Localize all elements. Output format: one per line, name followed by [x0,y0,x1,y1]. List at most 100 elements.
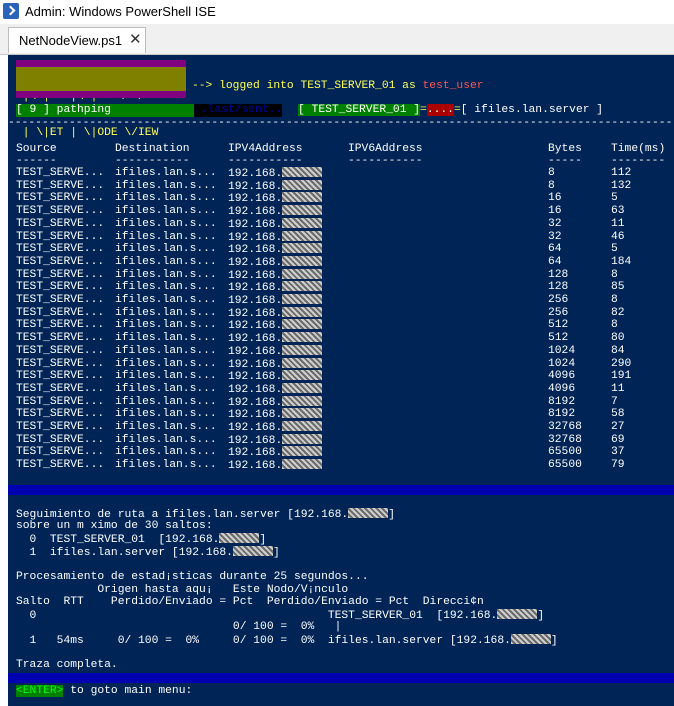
ipv4-prefix: 192.168. [228,282,283,295]
redacted-ip [282,408,323,419]
cell-bytes: 65500 [548,459,582,472]
tab-netnodeview[interactable]: NetNodeView.ps1 ✕ [8,27,146,53]
hop-1-line: 1 ifiles.lan.server [192.168.] [16,546,280,560]
cell-time: 132 [611,179,632,192]
cell-bytes: 16 [548,205,562,218]
redacted-ip [282,179,323,190]
redacted-ip [282,370,323,381]
ipv4-prefix: 192.168. [228,244,283,257]
cell-ipv4: 192.168. [228,332,323,345]
cell-ipv4: 192.168. [228,421,323,434]
ipv4-prefix: 192.168. [228,358,283,371]
max-hops-line: sobre un m ximo de 30 saltos: [16,520,213,532]
cell-bytes: 128 [548,281,569,294]
cell-source: TEST_SERVE... [16,433,105,446]
cell-destination: ifiles.lan.s... [115,408,217,421]
prompt-text: to goto main menu: [63,685,193,697]
redacted-ip [282,319,323,330]
server-box: [ TEST_SERVER_01 ] [298,104,421,116]
cell-source: TEST_SERVE... [16,370,105,383]
server-name: TEST_SERVER_01 [300,80,396,92]
ipv4-prefix: 192.168. [228,231,283,244]
close-icon[interactable]: ✕ [129,30,142,48]
redacted-ip [282,332,323,343]
cell-time: 63 [611,205,625,218]
redacted-ip [282,344,323,355]
cell-time: 27 [611,421,625,433]
cell-ipv4: 192.168. [228,192,323,205]
tab-label: NetNodeView.ps1 [19,33,123,48]
cell-bytes: 16 [548,192,562,205]
cell-time: 5 [611,243,618,256]
redacted-ip [282,433,323,444]
col-ipv4-header: IPV4Address [228,143,303,155]
user-name: test_user [422,80,484,92]
redacted-ip [282,446,323,457]
rule-line: ----------------------------------------… [8,117,674,129]
cell-time: 80 [611,332,625,345]
cell-ipv4: 192.168. [228,281,323,295]
cell-source: TEST_SERVE... [16,255,105,268]
ipv4-prefix: 192.168. [228,447,283,460]
redacted-ip [282,268,323,279]
col-source-header: Source [16,143,57,155]
cell-time: 290 [611,357,632,370]
cell-bytes: 512 [548,319,569,332]
main-menu-prompt[interactable]: <ENTER> to goto main menu: [16,685,192,698]
cell-source: TEST_SERVE... [16,408,105,421]
cell-destination: ifiles.lan.s... [115,332,217,345]
ipv4-prefix: 192.168. [228,409,283,422]
cell-time: 58 [611,408,625,421]
bracket-end: ] [537,610,545,622]
redacted-ip [282,243,323,254]
cell-ipv4: 192.168. [228,205,323,218]
hop-1-text: 1 ifiles.lan.server [192.168. [16,547,233,559]
redacted-ip [282,217,323,228]
cell-destination: ifiles.lan.s... [115,319,217,332]
cell-source: TEST_SERVE... [16,243,105,256]
cell-ipv4: 192.168. [228,217,323,231]
cell-time: 8 [611,268,618,281]
redacted-ip [282,167,323,177]
cell-bytes: 256 [548,294,569,306]
cell-time: 85 [611,281,625,294]
logo-bottom-band [16,91,186,98]
col-destination-underline: ----------- [115,155,190,167]
cell-time: 84 [611,344,625,357]
cell-source: TEST_SERVE... [16,382,105,395]
hop-0-text: 0 TEST_SERVER_01 [192.168. [16,534,220,546]
cell-source: TEST_SERVE... [16,395,105,408]
redacted-ip [282,230,323,241]
redacted-ip [282,205,323,216]
cell-destination: ifiles.lan.s... [115,357,217,370]
cell-source: TEST_SERVE... [16,268,105,281]
cell-ipv4: 192.168. [228,230,323,244]
cell-destination: ifiles.lan.s... [115,433,217,446]
cell-bytes: 128 [548,268,569,281]
cell-source: TEST_SERVE... [16,332,105,345]
ipv4-prefix: 192.168. [228,256,283,269]
redacted-ip [282,294,323,304]
ipv4-prefix: 192.168. [228,345,283,358]
cell-bytes: 4096 [548,370,576,383]
trace-complete: Traza completa. [16,659,118,671]
redacted-ip [282,421,323,431]
cell-bytes: 32 [548,230,562,243]
cell-bytes: 64 [548,243,562,256]
cell-time: 82 [611,306,625,319]
col-bytes-header: Bytes [548,143,582,155]
cell-time: 46 [611,230,625,243]
cell-destination: ifiles.lan.s... [115,382,217,395]
cell-ipv4: 192.168. [228,294,323,307]
cell-time: 5 [611,192,618,205]
stats-row-1-text: 1 54ms 0/ 100 = 0% 0/ 100 = 0% ifiles.la… [16,635,511,647]
cell-bytes: 65500 [548,446,582,459]
console-pane[interactable]: |\ | |\ | \ / | \|ET | \|ODE \/IEW --> l… [8,55,674,706]
redacted-ip [282,395,323,406]
col-time-header: Time(ms) [611,143,666,155]
col-ipv6-header: IPV6Address [348,143,423,155]
stats-row-1: 1 54ms 0/ 100 = 0% 0/ 100 = 0% ifiles.la… [16,634,558,648]
cell-destination: ifiles.lan.s... [115,281,217,294]
tab-strip: NetNodeView.ps1 ✕ [0,24,674,55]
powershell-icon [3,3,19,19]
